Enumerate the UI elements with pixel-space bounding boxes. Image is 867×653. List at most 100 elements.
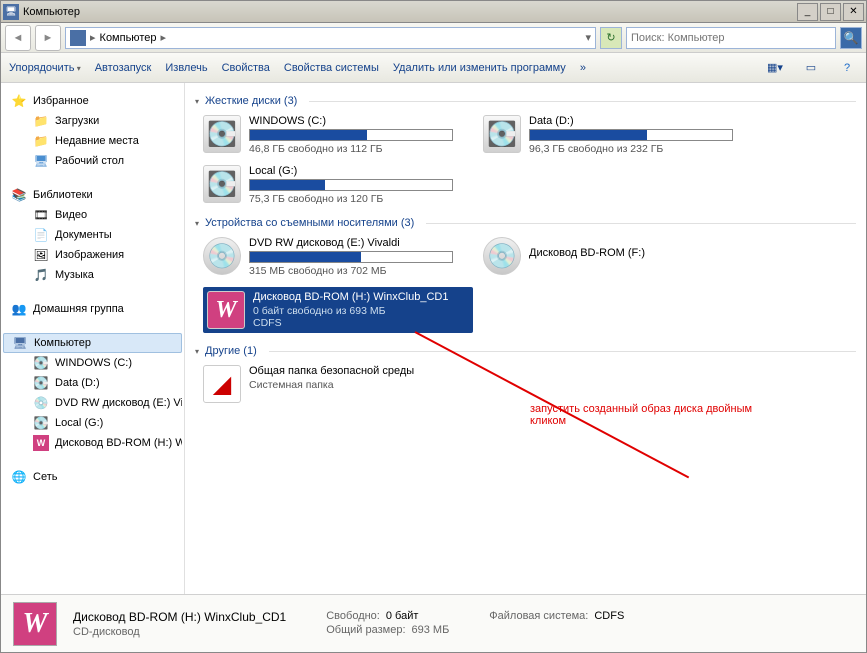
nav-documents[interactable]: 📄Документы <box>3 225 182 245</box>
capacity-bar <box>249 129 453 141</box>
drive-label: Дисковод BD-ROM (F:) <box>529 247 733 259</box>
status-fs-value: CDFS <box>594 610 624 622</box>
capacity-bar <box>249 179 453 191</box>
search-box[interactable] <box>626 27 836 49</box>
drive-label: WINDOWS (C:) <box>249 115 453 127</box>
drive-free: 315 МБ свободно из 702 МБ <box>249 265 453 277</box>
minimize-button[interactable]: _ <box>797 3 818 21</box>
music-icon: 🎵 <box>33 267 49 283</box>
nav-homegroup[interactable]: 👥Домашняя группа <box>3 299 182 319</box>
homegroup-icon: 👥 <box>11 301 27 317</box>
pictures-icon: 🖼 <box>33 247 49 263</box>
status-bar: W Дисковод BD-ROM (H:) WinxClub_CD1 CD-д… <box>1 594 866 652</box>
system-properties-button[interactable]: Свойства системы <box>284 62 379 74</box>
nav-downloads[interactable]: 📁Загрузки <box>3 111 182 131</box>
hdd-icon: 💽 <box>203 115 241 153</box>
group-other-header[interactable]: Другие (1) <box>195 345 856 357</box>
back-button[interactable]: ◄ <box>5 25 31 51</box>
nav-drive-c[interactable]: 💽WINDOWS (C:) <box>3 353 182 373</box>
drive-e[interactable]: 💿 DVD RW дисковод (E:) Vivaldi 315 МБ св… <box>203 237 453 277</box>
nav-network[interactable]: 🌐Сеть <box>3 467 182 487</box>
forward-button[interactable]: ► <box>35 25 61 51</box>
window-title: Компьютер <box>23 6 795 18</box>
nav-desktop[interactable]: 🖥Рабочий стол <box>3 151 182 171</box>
titlebar: 🖥 Компьютер _ □ ✕ <box>1 1 866 23</box>
nav-pictures[interactable]: 🖼Изображения <box>3 245 182 265</box>
winx-icon: W <box>13 602 57 646</box>
capacity-bar <box>249 251 453 263</box>
drive-h-selected[interactable]: W Дисковод BD-ROM (H:) WinxClub_CD1 0 ба… <box>203 287 473 333</box>
drive-f[interactable]: 💿 Дисковод BD-ROM (F:) <box>483 237 733 277</box>
nav-libraries[interactable]: 📚Библиотеки <box>3 185 182 205</box>
bd-icon: 💿 <box>483 237 521 275</box>
drive-label: DVD RW дисковод (E:) Vivaldi <box>249 237 453 249</box>
nav-drive-h[interactable]: WДисковод BD-ROM (H:) Wi <box>3 433 182 453</box>
drive-label: Общая папка безопасной среды <box>249 365 453 377</box>
annotation-text: запустить созданный образ диска двойным … <box>530 403 752 427</box>
autorun-button[interactable]: Автозапуск <box>95 62 152 74</box>
nav-recent[interactable]: 📁Недавние места <box>3 131 182 151</box>
cd-icon: 💿 <box>33 395 49 411</box>
drive-g[interactable]: 💽 Local (G:) 75,3 ГБ свободно из 120 ГБ <box>203 165 453 205</box>
computer-icon <box>70 30 86 46</box>
chevron-icon: ▸ <box>160 31 166 44</box>
uninstall-button[interactable]: Удалить или изменить программу <box>393 62 566 74</box>
dropdown-icon[interactable]: ▾ <box>585 31 591 44</box>
refresh-button[interactable]: ↻ <box>600 27 622 49</box>
navbar: ◄ ► ▸ Компьютер ▸ ▾ ↻ 🔍 <box>1 23 866 53</box>
nav-drive-d[interactable]: 💽Data (D:) <box>3 373 182 393</box>
view-button[interactable]: ▦▾ <box>764 58 786 78</box>
status-title: Дисковод BD-ROM (H:) WinxClub_CD1 <box>73 610 286 624</box>
close-button[interactable]: ✕ <box>843 3 864 21</box>
search-button[interactable]: 🔍 <box>840 27 862 49</box>
status-size-label: Общий размер: <box>326 624 405 636</box>
hdd-icon: 💽 <box>33 355 49 371</box>
bd-icon: W <box>33 435 49 451</box>
status-free-label: Свободно: <box>326 610 380 622</box>
desktop-icon: 🖥 <box>33 153 49 169</box>
drive-free: 0 байт свободно из 693 МБ <box>253 305 469 317</box>
status-fs-label: Файловая система: <box>489 610 588 622</box>
drive-label: Data (D:) <box>529 115 733 127</box>
eject-button[interactable]: Извлечь <box>165 62 207 74</box>
nav-computer[interactable]: 🖥Компьютер <box>3 333 182 353</box>
content-pane: Жесткие диски (3) 💽 WINDOWS (C:) 46,8 ГБ… <box>185 83 866 594</box>
drive-fs: CDFS <box>253 317 469 329</box>
library-icon: 📚 <box>11 187 27 203</box>
group-removable-header[interactable]: Устройства со съемными носителями (3) <box>195 217 856 229</box>
drive-label: Дисковод BD-ROM (H:) WinxClub_CD1 <box>253 291 469 303</box>
star-icon: ⭐ <box>11 93 27 109</box>
address-label: Компьютер <box>100 32 157 44</box>
more-button[interactable]: » <box>580 62 586 74</box>
nav-video[interactable]: 🎞Видео <box>3 205 182 225</box>
organize-menu[interactable]: Упорядочить <box>9 62 81 74</box>
nav-drive-g[interactable]: 💽Local (G:) <box>3 413 182 433</box>
navigation-pane: ⭐Избранное 📁Загрузки 📁Недавние места 🖥Ра… <box>1 83 185 594</box>
drive-d[interactable]: 💽 Data (D:) 96,3 ГБ свободно из 232 ГБ <box>483 115 733 155</box>
recent-icon: 📁 <box>33 133 49 149</box>
preview-pane-button[interactable]: ▭ <box>800 58 822 78</box>
maximize-button[interactable]: □ <box>820 3 841 21</box>
status-free-value: 0 байт <box>386 610 419 622</box>
drive-free: 96,3 ГБ свободно из 232 ГБ <box>529 143 733 155</box>
search-input[interactable] <box>631 32 831 44</box>
drive-label: Local (G:) <box>249 165 453 177</box>
address-bar[interactable]: ▸ Компьютер ▸ ▾ <box>65 27 596 49</box>
drive-c[interactable]: 💽 WINDOWS (C:) 46,8 ГБ свободно из 112 Г… <box>203 115 453 155</box>
drive-free: 46,8 ГБ свободно из 112 ГБ <box>249 143 453 155</box>
drive-sub: Системная папка <box>249 379 453 391</box>
winx-icon: W <box>207 291 245 329</box>
chevron-icon: ▸ <box>90 31 96 44</box>
documents-icon: 📄 <box>33 227 49 243</box>
drive-other[interactable]: ◢ Общая папка безопасной среды Системная… <box>203 365 453 403</box>
nav-drive-e[interactable]: 💿DVD RW дисковод (E:) Viv <box>3 393 182 413</box>
properties-button[interactable]: Свойства <box>222 62 270 74</box>
group-hdd-header[interactable]: Жесткие диски (3) <box>195 95 856 107</box>
help-button[interactable]: ? <box>836 58 858 78</box>
nav-music[interactable]: 🎵Музыка <box>3 265 182 285</box>
nav-favorites[interactable]: ⭐Избранное <box>3 91 182 111</box>
network-icon: 🌐 <box>11 469 27 485</box>
hdd-icon: 💽 <box>33 415 49 431</box>
status-type: CD-дисковод <box>73 626 286 638</box>
video-icon: 🎞 <box>33 207 49 223</box>
